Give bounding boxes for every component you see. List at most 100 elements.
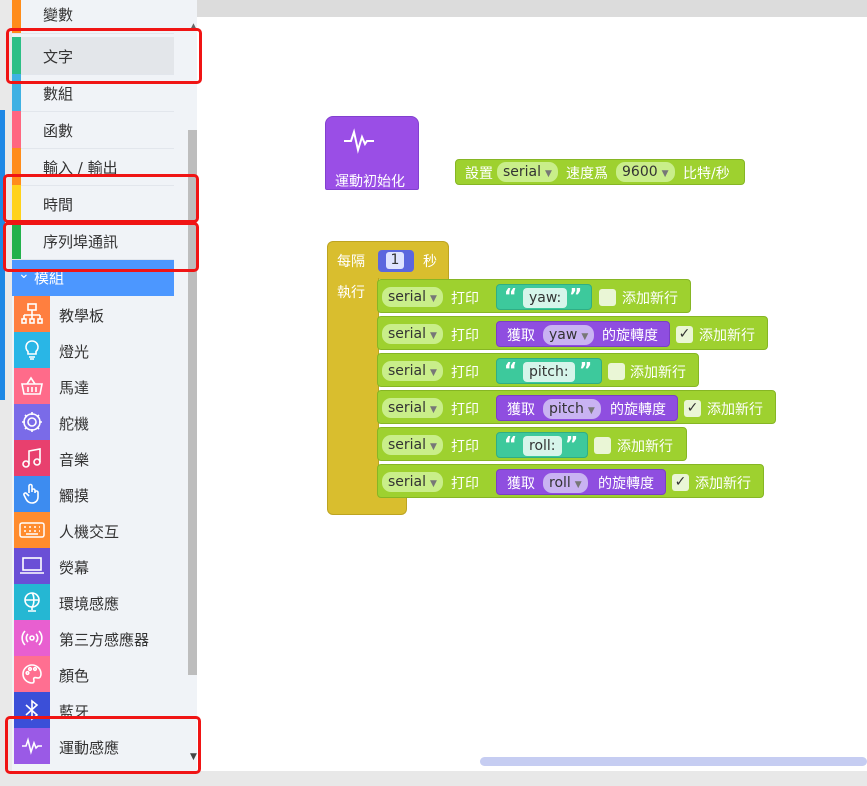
- text-value-field[interactable]: roll:: [523, 436, 562, 456]
- module-label: 馬達: [59, 379, 90, 397]
- touch-hand-icon: [14, 476, 50, 512]
- servo-gear-icon: [14, 404, 50, 440]
- print-label: 打印: [451, 402, 479, 418]
- serial-port-value: serial: [388, 289, 427, 305]
- serial-port-dropdown[interactable]: serial ▼: [382, 324, 443, 344]
- laptop-screen-icon: [14, 548, 50, 584]
- category-functions[interactable]: 函數: [12, 111, 174, 149]
- workspace-horizontal-scrollbar[interactable]: [480, 757, 867, 766]
- module-label: 第三方感應器: [59, 631, 150, 649]
- module-music[interactable]: 音樂: [12, 440, 174, 476]
- module-servo[interactable]: 舵機: [12, 404, 174, 440]
- module-environment[interactable]: 環境感應: [12, 584, 174, 620]
- serial-port-dropdown[interactable]: serial ▼: [382, 398, 443, 418]
- newline-checkbox[interactable]: ✓: [676, 326, 693, 343]
- every-block-spine: 執行: [327, 278, 379, 484]
- newline-label: 添加新行: [630, 365, 686, 381]
- serial-port-dropdown[interactable]: serial ▼: [497, 162, 558, 182]
- axis-dropdown[interactable]: pitch ▼: [543, 399, 601, 419]
- baud-value: 9600: [622, 164, 658, 180]
- open-quote-icon: “: [504, 432, 518, 456]
- dropdown-arrow-icon: ▼: [430, 479, 437, 489]
- module-touch[interactable]: 觸摸: [12, 476, 174, 512]
- module-label: 舵機: [59, 415, 90, 433]
- newline-checkbox[interactable]: ✓: [684, 400, 701, 417]
- category-label: 函數: [43, 122, 74, 140]
- dropdown-arrow-icon: ▼: [430, 294, 437, 304]
- text-value-field[interactable]: pitch:: [523, 362, 575, 382]
- module-label: 教學板: [59, 307, 105, 325]
- newline-checkbox[interactable]: [599, 289, 616, 306]
- motion-wave-icon: [344, 128, 374, 154]
- motion-init-block[interactable]: 運動初始化: [325, 116, 419, 190]
- get-label: 獲取: [507, 328, 535, 344]
- palette-icon: [14, 656, 50, 692]
- module-color[interactable]: 顏色: [12, 656, 174, 692]
- serial-print-block[interactable]: serial ▼ 打印 獲取 yaw ▼ 的旋轉度 ✓ 添加新行: [377, 316, 768, 350]
- serial-port-dropdown[interactable]: serial ▼: [382, 287, 443, 307]
- every-label: 每隔: [337, 254, 365, 270]
- dropdown-arrow-icon: ▼: [430, 368, 437, 378]
- serial-print-block[interactable]: serial ▼ 打印 “ roll: ” 添加新行: [377, 427, 687, 461]
- module-hci[interactable]: 人機交互: [12, 512, 174, 548]
- serial-setup-block[interactable]: 設置 serial ▼ 速度爲 9600 ▼ 比特/秒: [455, 159, 745, 185]
- dropdown-arrow-icon: ▼: [574, 480, 582, 490]
- serial-port-value: serial: [388, 363, 427, 379]
- module-lights[interactable]: 燈光: [12, 332, 174, 368]
- get-rotation-block[interactable]: 獲取 yaw ▼ 的旋轉度: [496, 321, 670, 347]
- module-teaching-board[interactable]: 教學板: [12, 296, 174, 332]
- module-screen[interactable]: 熒幕: [12, 548, 174, 584]
- interval-number-input[interactable]: 1: [378, 250, 414, 272]
- serial-print-block[interactable]: serial ▼ 打印 獲取 pitch ▼ 的旋轉度 ✓ 添加新行: [377, 390, 776, 424]
- newline-checkbox[interactable]: [608, 363, 625, 380]
- highlight-box-motion-module: [5, 716, 201, 774]
- print-label: 打印: [451, 291, 479, 307]
- text-value-field[interactable]: yaw:: [523, 288, 568, 308]
- get-rotation-block[interactable]: 獲取 roll ▼ 的旋轉度: [496, 469, 666, 495]
- lightbulb-icon: [14, 332, 50, 368]
- serial-print-block[interactable]: serial ▼ 打印 “ pitch: ” 添加新行: [377, 353, 699, 387]
- rotation-suffix-label: 的旋轉度: [602, 328, 658, 344]
- newline-checkbox[interactable]: ✓: [672, 474, 689, 491]
- highlight-box-serial-category: [3, 222, 199, 272]
- axis-value: yaw: [549, 327, 578, 343]
- module-label: 燈光: [59, 343, 90, 361]
- dropdown-arrow-icon: ▼: [545, 169, 552, 179]
- sensor-waves-icon: [14, 620, 50, 656]
- rotation-suffix-label: 的旋轉度: [610, 402, 666, 418]
- text-literal-block[interactable]: “ pitch: ”: [496, 358, 602, 384]
- serial-port-dropdown[interactable]: serial ▼: [382, 472, 443, 492]
- init-block-label: 運動初始化: [335, 174, 405, 190]
- keyboard-icon: [14, 512, 50, 548]
- do-label: 執行: [337, 285, 365, 301]
- print-label: 打印: [451, 476, 479, 492]
- highlight-box-time-category: [3, 174, 199, 223]
- serial-print-block[interactable]: serial ▼ 打印 獲取 roll ▼ 的旋轉度 ✓ 添加新行: [377, 464, 764, 498]
- get-label: 獲取: [507, 402, 535, 418]
- module-third-party[interactable]: 第三方感應器: [12, 620, 174, 656]
- module-motor[interactable]: 馬達: [12, 368, 174, 404]
- serial-port-dropdown[interactable]: serial ▼: [382, 361, 443, 381]
- text-literal-block[interactable]: “ roll: ”: [496, 432, 588, 458]
- text-literal-block[interactable]: “ yaw: ”: [496, 284, 592, 310]
- get-rotation-block[interactable]: 獲取 pitch ▼ 的旋轉度: [496, 395, 678, 421]
- dropdown-arrow-icon: ▼: [430, 405, 437, 415]
- serial-print-block[interactable]: serial ▼ 打印 “ yaw: ” 添加新行: [377, 279, 691, 313]
- serial-port-dropdown[interactable]: serial ▼: [382, 435, 443, 455]
- rotation-suffix-label: 的旋轉度: [598, 476, 654, 492]
- module-label: 音樂: [59, 451, 90, 469]
- close-quote-icon: ”: [569, 284, 583, 308]
- toolbox-sidebar: 變數 文字 數組 函數 輸入 / 輸出 時間 序列埠通訊 ⌄ 模組 教學板 燈光…: [12, 0, 197, 771]
- serial-port-value: serial: [388, 437, 427, 453]
- newline-checkbox[interactable]: [594, 437, 611, 454]
- highlight-box-text-category: [6, 28, 202, 84]
- setup-speed-label: 速度爲: [566, 166, 608, 182]
- setup-set-label: 設置: [465, 166, 493, 182]
- baud-dropdown[interactable]: 9600 ▼: [616, 162, 675, 182]
- circuit-board-icon: [14, 296, 50, 332]
- axis-dropdown[interactable]: roll ▼: [543, 473, 588, 493]
- axis-dropdown[interactable]: yaw ▼: [543, 325, 595, 345]
- module-label: 熒幕: [59, 559, 90, 577]
- every-interval-block[interactable]: 每隔 1 秒: [327, 241, 449, 279]
- newline-label: 添加新行: [699, 328, 755, 344]
